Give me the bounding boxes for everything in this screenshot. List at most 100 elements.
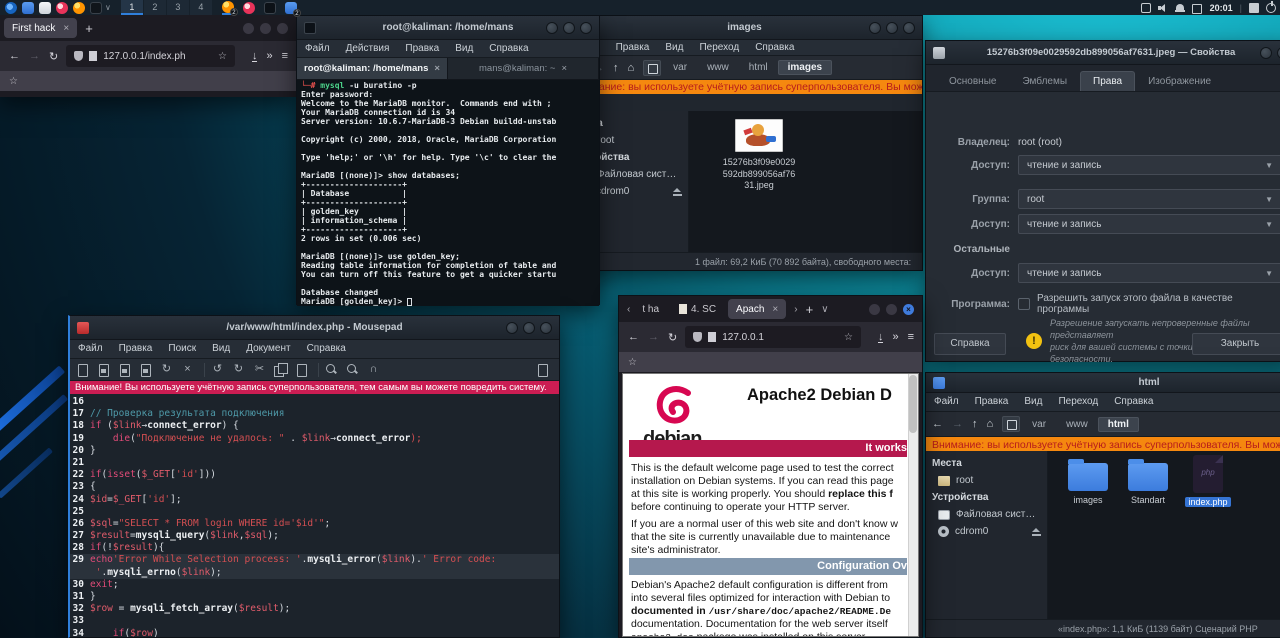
menu-4[interactable]: Справка — [747, 39, 802, 57]
home-button[interactable]: ⌂ — [628, 62, 635, 74]
crumb-2[interactable]: html — [1098, 417, 1139, 432]
titlebar[interactable]: /var/www/html/index.php - Mousepad — [70, 316, 559, 340]
close-dialog-button[interactable]: Закрыть — [1192, 333, 1280, 355]
workspace-2[interactable]: 3 — [167, 0, 189, 15]
tab-close-icon[interactable]: × — [772, 304, 778, 315]
display-icon[interactable] — [1192, 4, 1202, 14]
power-icon[interactable] — [1266, 3, 1276, 13]
menu-0[interactable]: Файл — [297, 40, 338, 58]
menu-0[interactable]: Файл — [926, 393, 967, 411]
menu-4[interactable]: Справка — [481, 40, 536, 58]
find-replace-icon[interactable] — [346, 363, 359, 376]
titlebar[interactable]: 15276b3f09e0029592db899056af7631.jpeg — … — [926, 41, 1280, 65]
menu-2[interactable]: Правка — [397, 40, 447, 58]
crumb-1[interactable]: www — [697, 60, 739, 75]
tab-close-icon[interactable]: × — [434, 63, 440, 74]
menu-0[interactable]: Файл — [70, 340, 111, 358]
menu-4[interactable]: Справка — [1106, 393, 1161, 411]
overflow-menu-icon[interactable]: » — [266, 50, 272, 62]
tab-close-icon[interactable]: × — [63, 23, 69, 34]
menu-2[interactable]: Поиск — [160, 340, 204, 358]
shade-button[interactable] — [1260, 47, 1272, 59]
tab-close-icon[interactable]: × — [561, 63, 567, 74]
tab-3[interactable]: Изображение — [1135, 71, 1224, 91]
bookmarks-icon[interactable]: ☆ — [9, 76, 18, 87]
menu-1[interactable]: Действия — [338, 40, 398, 58]
tab-partial[interactable]: t ha — [634, 299, 667, 319]
close-button[interactable] — [277, 23, 288, 34]
location-icon[interactable] — [1002, 416, 1020, 432]
eject-icon[interactable] — [673, 188, 682, 196]
menu-1[interactable]: Правка — [111, 340, 161, 358]
goto-icon[interactable]: ∩ — [367, 363, 380, 376]
forward-button[interactable]: → — [648, 331, 659, 343]
copy-icon[interactable] — [274, 363, 287, 376]
menu-2[interactable]: Вид — [657, 39, 691, 57]
terminal-tab-root[interactable]: root@kaliman: /home/mans × — [297, 58, 448, 79]
list-tabs-icon[interactable]: ∨ — [821, 304, 828, 315]
code-editor[interactable]: 1617// Проверка результата подключения18… — [70, 394, 559, 637]
taskbar-terminal[interactable] — [264, 2, 276, 14]
fullscreen-icon[interactable] — [536, 363, 549, 376]
hamburger-menu-icon[interactable]: ≡ — [282, 50, 288, 62]
firefox-launcher-icon[interactable] — [73, 2, 85, 14]
crumb-0[interactable]: var — [663, 60, 697, 75]
close-button[interactable] — [903, 22, 915, 34]
titlebar[interactable]: html — [926, 373, 1280, 393]
reload-icon[interactable]: ↻ — [160, 363, 173, 376]
crumb-3[interactable]: images — [778, 60, 832, 75]
menu-4[interactable]: Документ — [238, 340, 298, 358]
panel-chevron-icon[interactable]: ∨ — [105, 3, 111, 12]
minimize-button[interactable] — [546, 22, 558, 34]
bookmark-star-icon[interactable]: ☆ — [218, 51, 227, 62]
file-jpeg-tile[interactable]: 15276b3f09e0029 592db899056af76 31.jpeg — [707, 119, 811, 192]
tab-2[interactable]: Права — [1080, 71, 1135, 91]
terminal-output[interactable]: └─# mysql -u buratino -pEnter password: … — [297, 80, 599, 306]
crumb-1[interactable]: www — [1056, 417, 1098, 432]
location-icon[interactable] — [643, 60, 661, 76]
taskbar-files[interactable]: 2 — [285, 2, 297, 14]
clipboard-tray-icon[interactable] — [1141, 3, 1151, 13]
reload-button[interactable]: ↻ — [49, 50, 58, 63]
tab-0[interactable]: Основные — [936, 71, 1009, 91]
menu-3[interactable]: Вид — [447, 40, 481, 58]
up-button[interactable]: ↑ — [613, 62, 619, 74]
folder-images-tile[interactable]: images — [1060, 463, 1116, 505]
volume-icon[interactable] — [1158, 3, 1168, 13]
workspace-0[interactable]: 1 — [121, 0, 143, 15]
crumb-0[interactable]: var — [1022, 417, 1056, 432]
group-access-select[interactable]: чтение и запись ▼ — [1018, 214, 1280, 234]
minimize-button[interactable] — [506, 322, 518, 334]
new-tab-button[interactable]: + — [806, 302, 814, 317]
terminal-tab-mans[interactable]: mans@kaliman: ~ × — [448, 58, 599, 79]
cut-icon[interactable]: ✂ — [253, 363, 266, 376]
eject-icon[interactable] — [1032, 528, 1041, 536]
forward-button[interactable]: → — [952, 418, 963, 430]
url-text[interactable]: 127.0.0.1/index.ph — [103, 51, 185, 62]
back-button[interactable]: ← — [9, 50, 20, 62]
shield-icon[interactable] — [74, 51, 83, 61]
help-button[interactable]: Справка — [934, 333, 1006, 355]
sidebar-item-filesystem[interactable]: Файловая сист… — [926, 506, 1047, 523]
allow-execute-checkbox[interactable] — [1018, 298, 1030, 310]
crumb-2[interactable]: html — [739, 60, 778, 75]
notifications-bell-icon[interactable] — [1175, 3, 1185, 13]
up-button[interactable]: ↑ — [972, 418, 978, 430]
others-access-select[interactable]: чтение и запись ▼ — [1018, 263, 1280, 283]
sidebar-item-root[interactable]: root — [926, 472, 1047, 489]
workspace-1[interactable]: 2 — [144, 0, 166, 15]
tab-apache[interactable]: Apach × — [728, 299, 786, 319]
overflow-menu-icon[interactable]: » — [892, 331, 898, 343]
download-icon[interactable]: ↓ — [252, 51, 258, 62]
owner-access-select[interactable]: чтение и запись ▼ — [1018, 155, 1280, 175]
taskbar-firefox-dev[interactable] — [243, 2, 255, 14]
undo-icon[interactable]: ↺ — [211, 363, 224, 376]
minimize-button[interactable] — [869, 304, 880, 315]
package-updates-icon[interactable] — [1249, 3, 1259, 13]
text-editor-launcher-icon[interactable] — [39, 2, 51, 14]
find-icon[interactable] — [325, 363, 338, 376]
close-button[interactable] — [580, 22, 592, 34]
maximize-button[interactable] — [886, 304, 897, 315]
maximize-button[interactable] — [886, 22, 898, 34]
minimize-button[interactable] — [243, 23, 254, 34]
